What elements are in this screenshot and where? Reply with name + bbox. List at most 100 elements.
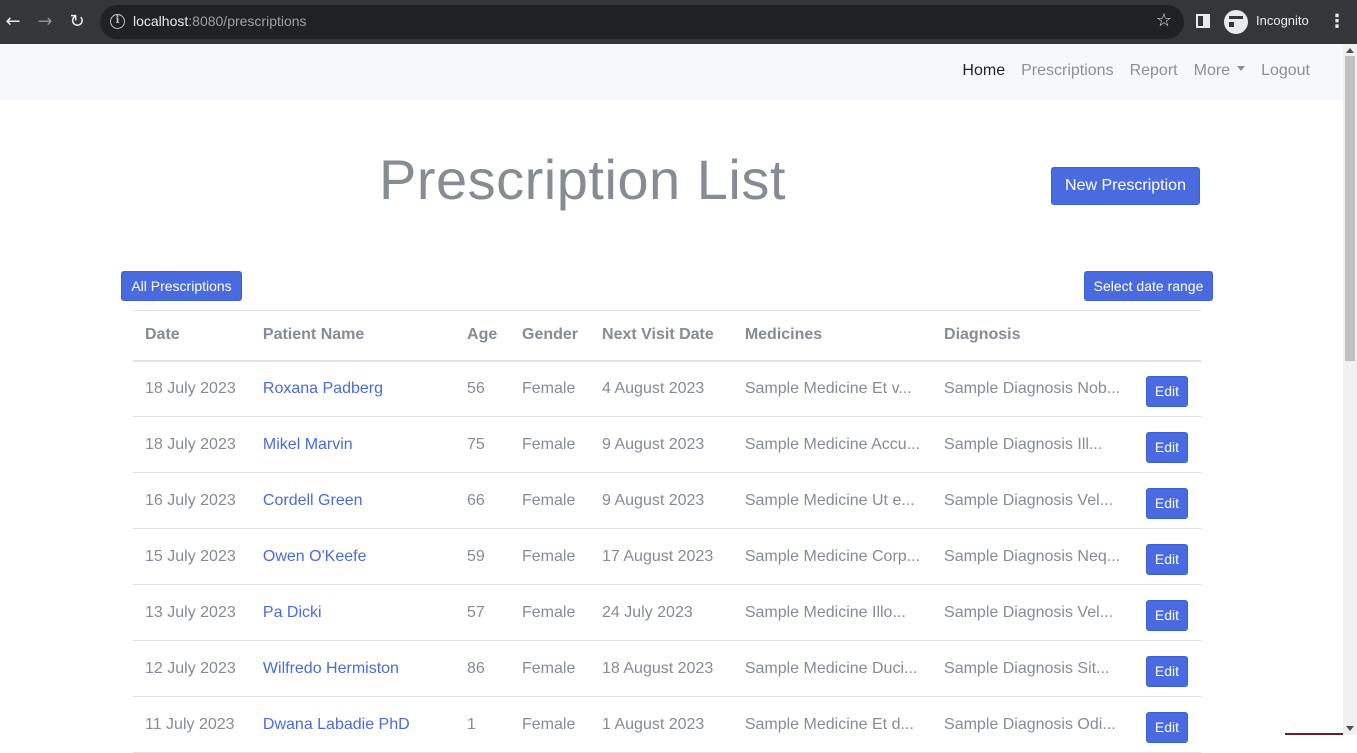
cell-diagnosis: Sample Diagnosis Neq... bbox=[932, 528, 1134, 585]
header-patient-name: Patient Name bbox=[250, 310, 456, 362]
cell-actions: Edit bbox=[1133, 472, 1201, 529]
page-scrollbar[interactable] bbox=[1343, 44, 1357, 735]
bookmark-star-icon[interactable]: ☆ bbox=[1156, 10, 1172, 31]
patient-name-link[interactable]: Dwana Labadie PhD bbox=[250, 696, 456, 753]
table-row: 15 July 2023 Owen O'Keefe 59 Female 17 A… bbox=[133, 528, 1201, 585]
prescriptions-table: Date Patient Name Age Gender Next Visit … bbox=[133, 310, 1201, 753]
table-row: 12 July 2023 Wilfredo Hermiston 86 Femal… bbox=[133, 640, 1201, 697]
cell-gender: Female bbox=[510, 696, 591, 753]
url-text[interactable]: localhost:8080/prescriptions bbox=[133, 13, 307, 29]
edit-button[interactable]: Edit bbox=[1145, 488, 1188, 519]
reload-icon[interactable]: ↻ bbox=[65, 10, 89, 34]
cell-medicines: Sample Medicine Accu... bbox=[732, 416, 933, 473]
header-age: Age bbox=[455, 310, 510, 362]
cell-medicines: Sample Medicine Corp... bbox=[732, 528, 933, 585]
cell-age: 86 bbox=[455, 640, 510, 697]
nav-more-dropdown[interactable]: More bbox=[1186, 62, 1253, 80]
cell-diagnosis: Sample Diagnosis Vel... bbox=[932, 472, 1134, 529]
cell-gender: Female bbox=[510, 528, 591, 585]
cell-next-visit: 4 August 2023 bbox=[590, 360, 733, 417]
edit-button[interactable]: Edit bbox=[1145, 544, 1188, 575]
patient-name-link[interactable]: Pa Dicki bbox=[250, 584, 456, 641]
scroll-up-icon[interactable] bbox=[1346, 48, 1354, 53]
cell-medicines: Sample Medicine Illo... bbox=[732, 584, 933, 641]
all-prescriptions-button[interactable]: All Prescriptions bbox=[121, 271, 242, 301]
cell-diagnosis: Sample Diagnosis Odi... bbox=[932, 696, 1134, 753]
address-bar[interactable]: i localhost:8080/prescriptions ☆ bbox=[100, 5, 1184, 39]
select-date-range-button[interactable]: Select date range bbox=[1084, 271, 1213, 301]
cell-date: 12 July 2023 bbox=[133, 640, 251, 697]
cell-actions: Edit bbox=[1133, 696, 1201, 753]
header-date: Date bbox=[133, 310, 251, 362]
cell-medicines: Sample Medicine Ut e... bbox=[732, 472, 933, 529]
edit-button[interactable]: Edit bbox=[1145, 712, 1188, 743]
forward-icon[interactable]: → bbox=[33, 10, 57, 34]
patient-name-link[interactable]: Cordell Green bbox=[250, 472, 456, 529]
cell-date: 18 July 2023 bbox=[133, 360, 251, 417]
nav-home[interactable]: Home bbox=[954, 62, 1013, 80]
header-actions bbox=[1133, 310, 1201, 362]
side-panel-icon[interactable] bbox=[1196, 14, 1210, 28]
page-title: Prescription List bbox=[379, 148, 786, 211]
nav-prescriptions[interactable]: Prescriptions bbox=[1013, 62, 1121, 80]
nav-report[interactable]: Report bbox=[1122, 62, 1186, 80]
scrollbar-thumb[interactable] bbox=[1345, 56, 1355, 361]
cell-gender: Female bbox=[510, 640, 591, 697]
nav-more-label: More bbox=[1193, 62, 1231, 79]
cell-next-visit: 17 August 2023 bbox=[590, 528, 733, 585]
incognito-label: Incognito bbox=[1256, 13, 1309, 28]
header-gender: Gender bbox=[510, 310, 591, 362]
scroll-down-icon[interactable] bbox=[1346, 726, 1354, 731]
cell-next-visit: 1 August 2023 bbox=[590, 696, 733, 753]
cell-diagnosis: Sample Diagnosis Vel... bbox=[932, 584, 1134, 641]
cell-age: 66 bbox=[455, 472, 510, 529]
cell-diagnosis: Sample Diagnosis Ill... bbox=[932, 416, 1134, 473]
header-diagnosis: Diagnosis bbox=[932, 310, 1134, 362]
edit-button[interactable]: Edit bbox=[1145, 376, 1188, 408]
cell-next-visit: 24 July 2023 bbox=[590, 584, 733, 641]
cell-gender: Female bbox=[510, 472, 591, 529]
table-row: 11 July 2023 Dwana Labadie PhD 1 Female … bbox=[133, 696, 1201, 753]
table-row: 18 July 2023 Roxana Padberg 56 Female 4 … bbox=[133, 360, 1201, 417]
cell-actions: Edit bbox=[1133, 640, 1201, 697]
patient-name-link[interactable]: Mikel Marvin bbox=[250, 416, 456, 473]
header-next-visit: Next Visit Date bbox=[590, 310, 733, 362]
incognito-icon bbox=[1224, 10, 1253, 34]
header-medicines: Medicines bbox=[732, 310, 933, 362]
cell-gender: Female bbox=[510, 584, 591, 641]
cell-actions: Edit bbox=[1133, 360, 1201, 417]
cell-gender: Female bbox=[510, 360, 591, 417]
url-path: :8080/prescriptions bbox=[188, 13, 307, 29]
cell-medicines: Sample Medicine Et v... bbox=[732, 360, 933, 417]
cell-date: 15 July 2023 bbox=[133, 528, 251, 585]
edit-button[interactable]: Edit bbox=[1145, 600, 1188, 631]
nav-logout[interactable]: Logout bbox=[1253, 62, 1318, 80]
patient-name-link[interactable]: Wilfredo Hermiston bbox=[250, 640, 456, 697]
table-row: 18 July 2023 Mikel Marvin 75 Female 9 Au… bbox=[133, 416, 1201, 473]
cell-date: 16 July 2023 bbox=[133, 472, 251, 529]
cell-age: 1 bbox=[455, 696, 510, 753]
cell-actions: Edit bbox=[1133, 416, 1201, 473]
patient-name-link[interactable]: Owen O'Keefe bbox=[250, 528, 456, 585]
caret-down-icon bbox=[1237, 66, 1246, 72]
cell-diagnosis: Sample Diagnosis Sit... bbox=[932, 640, 1134, 697]
cell-date: 11 July 2023 bbox=[133, 696, 251, 753]
cell-next-visit: 9 August 2023 bbox=[590, 472, 733, 529]
site-info-icon[interactable]: i bbox=[110, 14, 125, 29]
cell-medicines: Sample Medicine Duci... bbox=[732, 640, 933, 697]
patient-name-link[interactable]: Roxana Padberg bbox=[250, 360, 456, 417]
cell-age: 56 bbox=[455, 360, 510, 417]
table-row: 16 July 2023 Cordell Green 66 Female 9 A… bbox=[133, 472, 1201, 529]
cell-age: 57 bbox=[455, 584, 510, 641]
cell-next-visit: 18 August 2023 bbox=[590, 640, 733, 697]
edit-button[interactable]: Edit bbox=[1145, 656, 1188, 687]
cell-date: 13 July 2023 bbox=[133, 584, 251, 641]
browser-menu-icon[interactable]: ⋮ bbox=[1328, 12, 1346, 32]
back-icon[interactable]: ← bbox=[1, 10, 25, 34]
new-prescription-button[interactable]: New Prescription bbox=[1051, 167, 1200, 205]
app-navbar: Home Prescriptions Report More Logout bbox=[0, 44, 1343, 100]
cell-actions: Edit bbox=[1133, 528, 1201, 585]
cell-actions: Edit bbox=[1133, 584, 1201, 641]
edit-button[interactable]: Edit bbox=[1145, 432, 1188, 463]
cell-gender: Female bbox=[510, 416, 591, 473]
